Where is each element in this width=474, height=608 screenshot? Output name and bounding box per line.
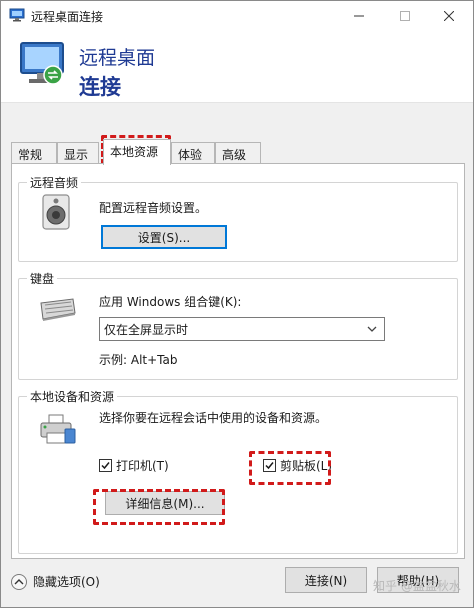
header-banner: 远程桌面 连接 [1,31,473,103]
rdp-window: 远程桌面连接 远程桌面 连接 常规 显示 本地资源 体验 高级 远程音频 配置远… [0,0,474,608]
windows-keys-selected: 仅在全屏显示时 [104,322,189,337]
close-icon [444,11,454,21]
chevron-down-icon [367,326,377,332]
windows-keys-label: 应用 Windows 组合键(K): [99,295,242,309]
remote-desktop-small-icon [9,8,25,22]
tab-local-resources[interactable]: 本地资源 [103,139,171,165]
keyboard-icon [40,298,76,321]
tab-advanced[interactable]: 高级 [215,142,261,164]
close-button[interactable] [427,1,471,31]
title-bar[interactable]: 远程桌面连接 [1,1,473,31]
clipboard-checkbox-box[interactable] [263,459,276,472]
remote-audio-group: 远程音频 配置远程音频设置。 设置(S)... [18,174,458,262]
hide-options-label: 隐藏选项(O) [33,575,100,589]
tab-experience[interactable]: 体验 [171,142,215,164]
local-devices-title: 本地设备和资源 [27,388,118,405]
checkmark-icon [101,462,110,470]
keyboard-group: 键盘 应用 Windows 组合键(K): 仅在全屏显示时 示例: Alt+Ta… [18,270,458,380]
printer-checkbox[interactable]: 打印机(T) [99,457,169,474]
hide-options-toggle[interactable]: 隐藏选项(O) [11,573,100,590]
minimize-icon [354,15,364,17]
minimize-button[interactable] [337,1,381,31]
clipboard-label: 剪贴板(L) [280,459,333,473]
watermark-text: 知乎 @盆盆秋水 [373,579,461,593]
connect-button[interactable]: 连接(N) [285,567,367,593]
speaker-icon [42,194,70,230]
tab-general[interactable]: 常规 [11,142,57,164]
local-devices-description: 选择你要在远程会话中使用的设备和资源。 [99,411,328,425]
printer-checkbox-box[interactable] [99,459,112,472]
maximize-button[interactable] [383,1,427,31]
checkmark-icon [265,462,274,470]
tab-display[interactable]: 显示 [57,142,99,164]
keyboard-example: 示例: Alt+Tab [99,353,178,367]
collapse-icon [11,573,27,590]
window-title: 远程桌面连接 [31,10,104,24]
printer-devices-icon [40,414,76,444]
local-resources-panel: 远程音频 配置远程音频设置。 设置(S)... 键盘 应用 Windows 组合… [11,163,465,559]
audio-settings-button[interactable]: 设置(S)... [101,225,227,249]
local-devices-group: 本地设备和资源 选择你要在远程会话中使用的设备和资源。 打印机(T) 剪贴板(L [18,388,458,554]
banner-title-line2: 连接 [79,75,121,99]
remote-desktop-icon [20,42,64,85]
keyboard-title: 键盘 [27,270,58,287]
maximize-icon [400,11,410,21]
clipboard-checkbox[interactable]: 剪贴板(L) [263,457,332,474]
details-button[interactable]: 详细信息(M)... [105,491,225,515]
printer-label: 打印机(T) [116,459,169,473]
remote-audio-title: 远程音频 [27,174,82,191]
windows-keys-select[interactable]: 仅在全屏显示时 [99,317,385,341]
banner-title-line1: 远程桌面 [79,47,156,69]
audio-description: 配置远程音频设置。 [99,201,208,215]
